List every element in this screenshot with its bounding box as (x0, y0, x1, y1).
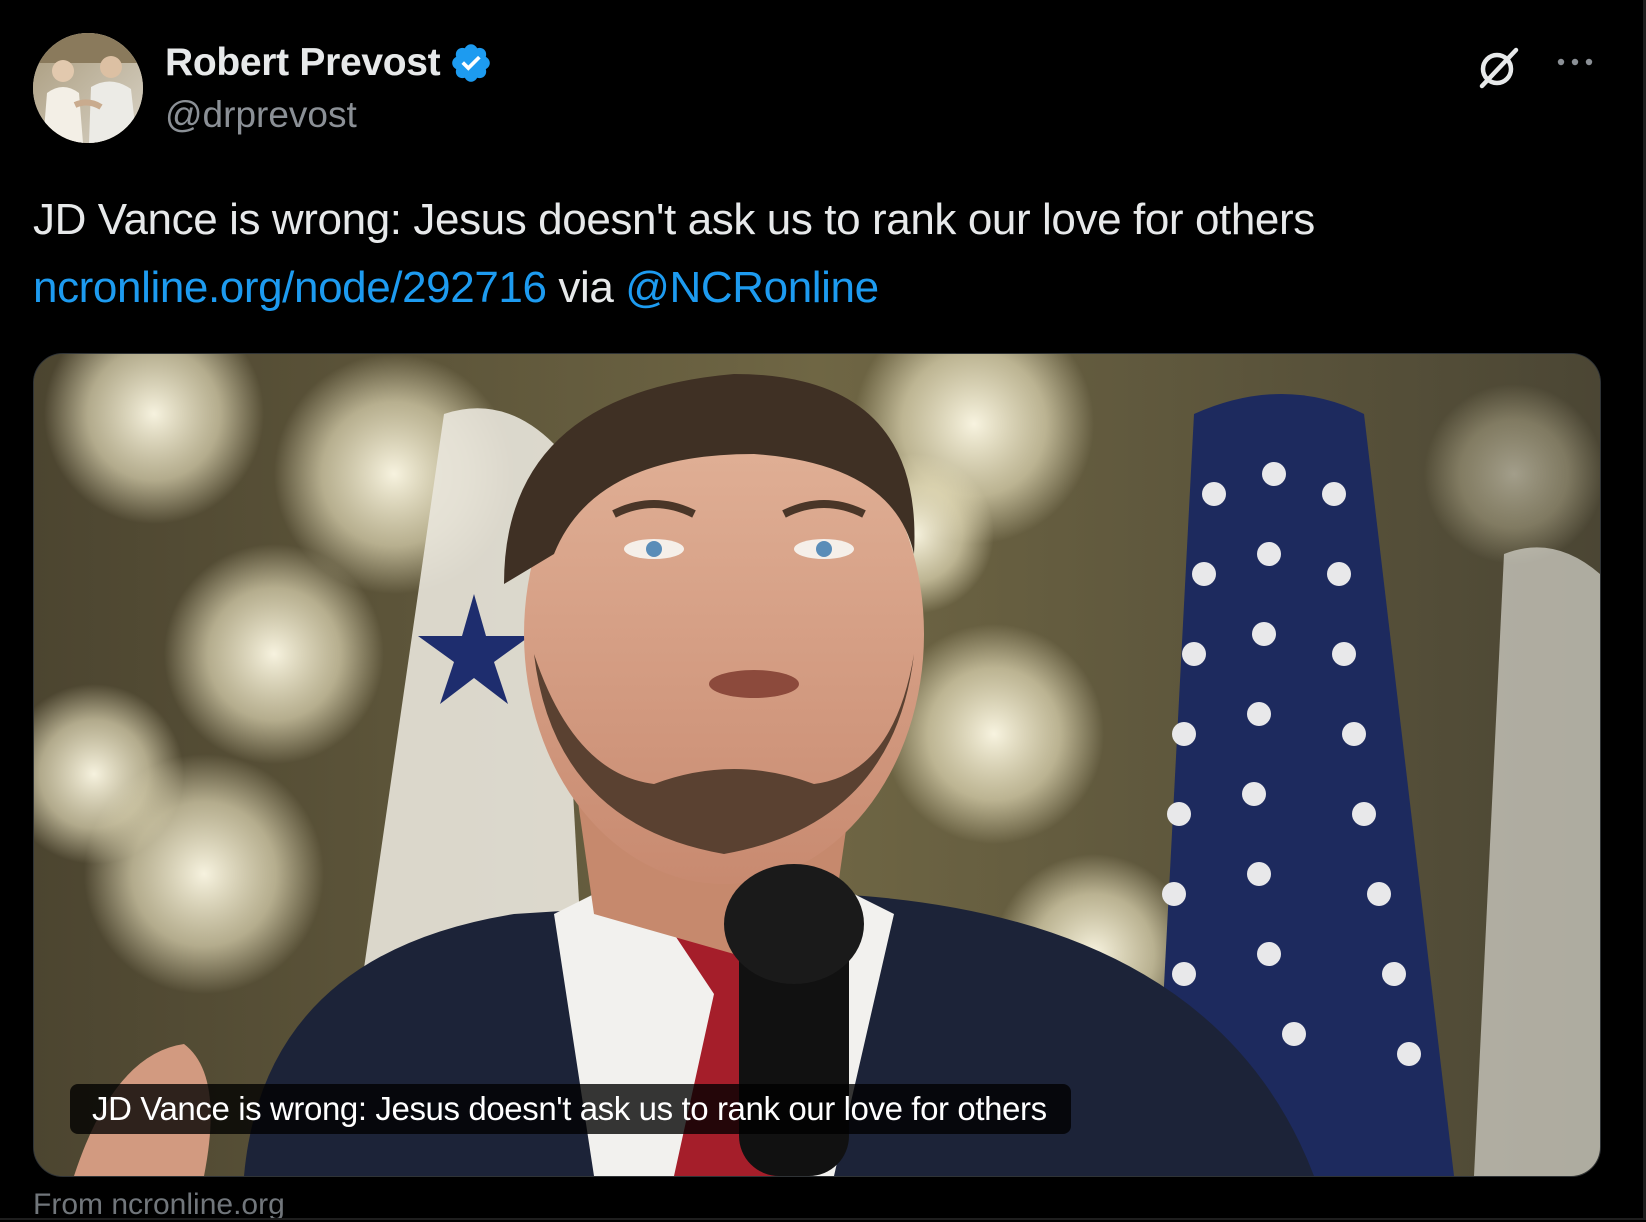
card-source[interactable]: From ncronline.org (33, 1188, 285, 1222)
grok-icon[interactable] (1474, 42, 1524, 92)
tweet-text-main: JD Vance is wrong: Jesus doesn't ask us … (33, 195, 1315, 244)
link-card[interactable]: JD Vance is wrong: Jesus doesn't ask us … (33, 353, 1601, 1177)
avatar-photo (33, 33, 143, 143)
author-display-name[interactable]: Robert Prevost (165, 41, 441, 85)
card-image (34, 354, 1600, 1176)
verified-badge-icon (452, 44, 491, 82)
tweet: Robert Prevost @drprevost JD Vance is wr… (0, 0, 1646, 1222)
more-icon[interactable] (1553, 52, 1597, 72)
tweet-text: JD Vance is wrong: Jesus doesn't ask us … (33, 186, 1593, 322)
author-handle[interactable]: @drprevost (165, 94, 357, 136)
article-link[interactable]: ncronline.org/node/292716 (33, 263, 547, 312)
via-text: via (558, 263, 614, 312)
mention-link[interactable]: @NCRonline (625, 263, 879, 312)
avatar[interactable] (33, 33, 143, 143)
author-row: Robert Prevost (165, 38, 493, 88)
card-caption: JD Vance is wrong: Jesus doesn't ask us … (70, 1084, 1071, 1134)
